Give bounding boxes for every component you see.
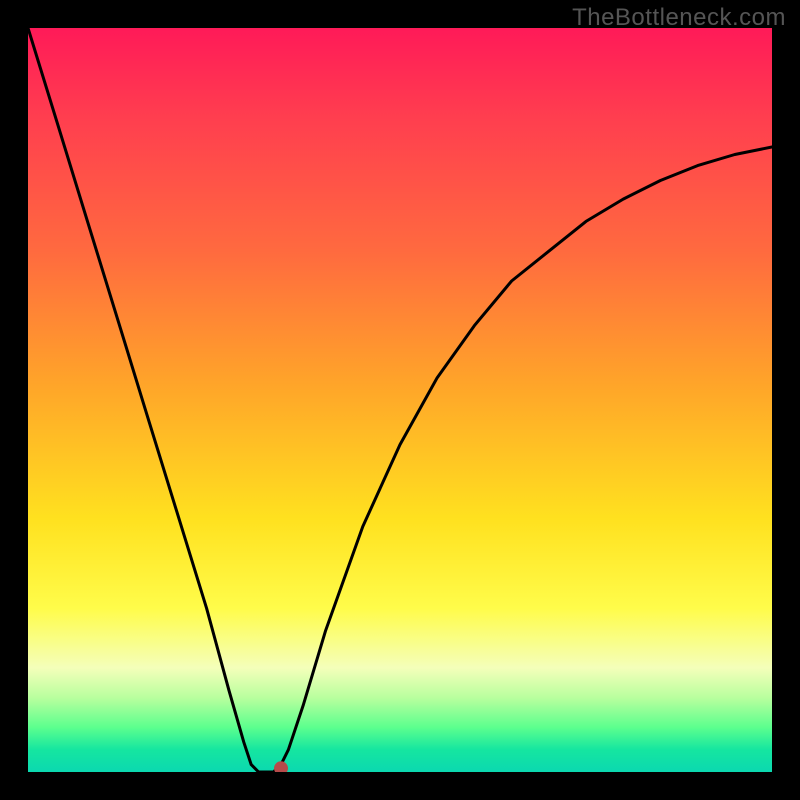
- watermark-text: TheBottleneck.com: [572, 4, 786, 32]
- marker-dot: [274, 761, 288, 772]
- plot-area: [28, 28, 772, 772]
- curve-layer: [28, 28, 772, 772]
- chart-frame: TheBottleneck.com: [0, 0, 800, 800]
- curve-path: [28, 28, 772, 772]
